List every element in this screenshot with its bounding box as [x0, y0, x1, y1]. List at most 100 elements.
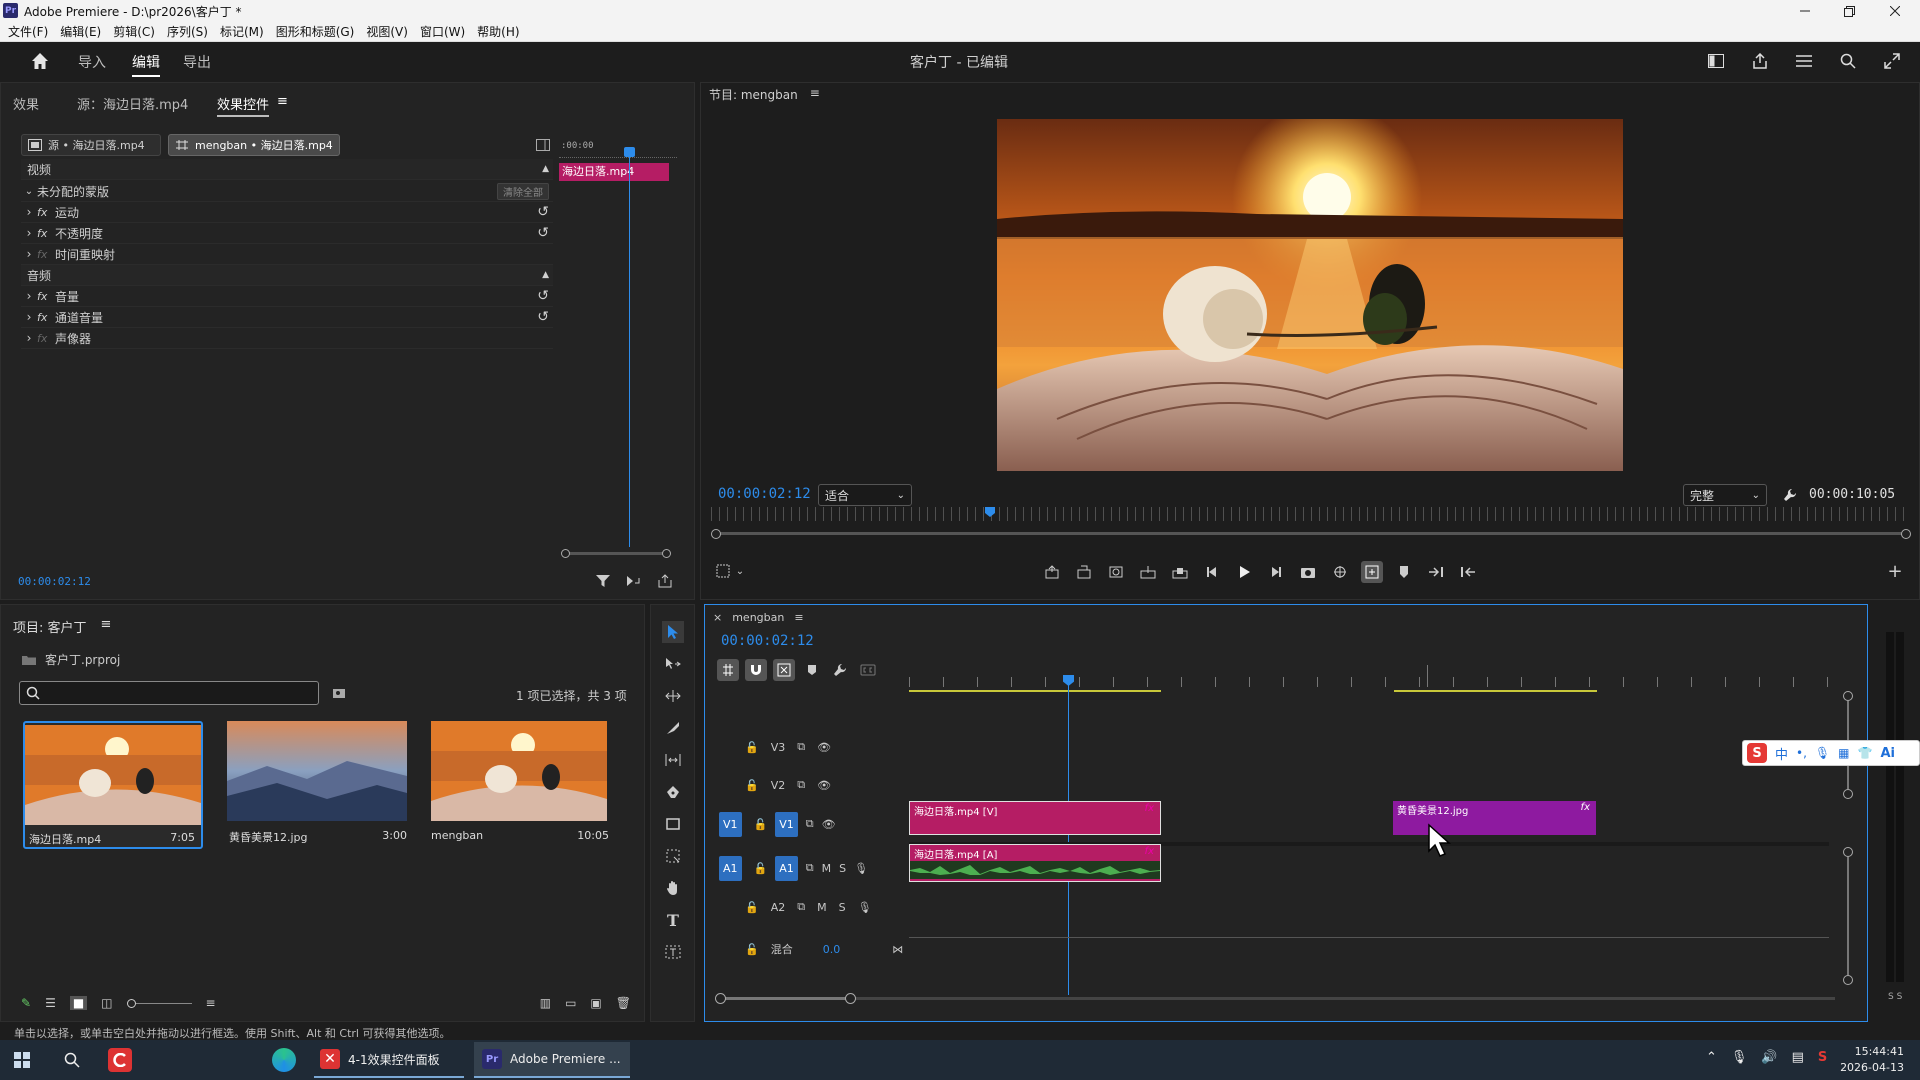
toggle-timeline-view-button[interactable]: [535, 137, 551, 153]
sync-lock-icon[interactable]: ⧉: [797, 778, 805, 792]
type-tool[interactable]: T: [662, 909, 684, 931]
fullscreen-button[interactable]: [1882, 51, 1902, 71]
solo-button[interactable]: S: [839, 901, 846, 914]
sequence-clip-chip[interactable]: mengban • 海边日落.mp4: [168, 134, 340, 156]
effect-row-volume[interactable]: › fx 音量 ↺: [21, 286, 553, 307]
sort-icon[interactable]: ≡: [206, 996, 216, 1010]
lock-icon[interactable]: 🔓: [754, 862, 768, 875]
export-frame-button[interactable]: [1297, 562, 1319, 582]
effect-row-channel-volume[interactable]: › fx 通道音量 ↺: [21, 307, 553, 328]
home-button[interactable]: [30, 51, 50, 71]
taskbar-app-premiere[interactable]: Pr Adobe Premiere ...: [474, 1042, 630, 1078]
volume-icon[interactable]: 🔊: [1761, 1050, 1777, 1065]
zoom-bar-thumb[interactable]: [721, 997, 851, 1000]
safe-margins-button[interactable]: [715, 563, 731, 579]
taskbar-search-button[interactable]: [60, 1048, 84, 1072]
zoom-handle-right[interactable]: [845, 993, 856, 1004]
source-patch-v1[interactable]: V1: [719, 811, 742, 837]
tab-source[interactable]: 源：海边日落.mp4: [77, 94, 188, 113]
mini-playhead[interactable]: [629, 149, 630, 547]
source-clip-chip[interactable]: 源 • 海边日落.mp4: [21, 134, 161, 156]
tab-effects[interactable]: 效果: [13, 94, 39, 113]
rectangle-tool[interactable]: [662, 813, 684, 835]
minimize-button[interactable]: [1790, 0, 1820, 22]
add-marker-button[interactable]: [801, 659, 823, 681]
expand-chevron-icon[interactable]: ›: [21, 205, 37, 219]
reset-icon[interactable]: ↺: [537, 309, 549, 325]
quick-menu-button[interactable]: [1794, 51, 1814, 71]
expand-chevron-icon[interactable]: ›: [21, 226, 37, 240]
menu-help[interactable]: 帮助(H): [477, 23, 519, 40]
ime-ai-button[interactable]: Ai: [1880, 746, 1895, 761]
sync-lock-icon[interactable]: ⧉: [797, 900, 805, 914]
timeline-settings-button[interactable]: [829, 659, 851, 681]
maximize-button[interactable]: [1834, 0, 1864, 22]
panel-menu-icon[interactable]: ≡: [794, 611, 803, 624]
lift-button[interactable]: [1041, 562, 1063, 582]
pencil-icon[interactable]: ✎: [21, 996, 31, 1010]
fx-icon[interactable]: fx: [37, 290, 55, 303]
extract-button[interactable]: [1073, 562, 1095, 582]
razor-tool[interactable]: [662, 717, 684, 739]
collapse-up-icon[interactable]: ▲: [542, 164, 549, 174]
source-patch-a1[interactable]: A1: [719, 855, 742, 881]
eye-icon[interactable]: 👁: [817, 741, 831, 754]
menu-graphics[interactable]: 图形和标题(G): [276, 23, 355, 40]
mute-button[interactable]: M: [822, 862, 832, 875]
work-area-bar[interactable]: [909, 690, 1161, 692]
expand-chevron-icon[interactable]: ›: [21, 310, 37, 324]
timeline-tab[interactable]: × mengban ≡: [713, 611, 804, 624]
freeform-view-icon[interactable]: ◫: [101, 996, 112, 1010]
scroll-handle-top[interactable]: [1843, 691, 1853, 701]
lock-icon[interactable]: 🔓: [745, 943, 759, 956]
zoom-handle-right[interactable]: [662, 549, 671, 558]
taskbar-edge[interactable]: [272, 1048, 296, 1072]
track-select-tool[interactable]: [662, 653, 684, 675]
effect-controls-timecode[interactable]: 00:00:02:12: [18, 575, 91, 588]
nest-toggle-button[interactable]: [717, 659, 739, 681]
eye-icon[interactable]: 👁: [817, 779, 831, 792]
search-help-button[interactable]: [1838, 51, 1858, 71]
mark-out-button[interactable]: [1457, 562, 1479, 582]
effect-row-panner[interactable]: › fx 声像器: [21, 328, 553, 349]
close-button[interactable]: [1880, 0, 1910, 22]
panel-menu-icon[interactable]: ≡: [810, 86, 820, 103]
timeline-ruler[interactable]: [909, 665, 1829, 695]
menu-edit[interactable]: 编辑(E): [60, 23, 101, 40]
zoom-slider[interactable]: [126, 998, 192, 1008]
menu-window[interactable]: 窗口(W): [420, 23, 465, 40]
linked-selection-button[interactable]: [773, 659, 795, 681]
hand-tool[interactable]: [662, 877, 684, 899]
step-back-button[interactable]: [1201, 562, 1223, 582]
program-ruler[interactable]: [711, 507, 1911, 521]
frame-tool[interactable]: [662, 845, 684, 867]
clip-v1-sunset[interactable]: 海边日落.mp4 [V] fx: [909, 801, 1161, 835]
clip-v1-dusk-image[interactable]: 黄昏美景12.jpg fx: [1393, 801, 1596, 835]
lock-icon[interactable]: 🔓: [745, 901, 759, 914]
workspaces-button[interactable]: [1706, 51, 1726, 71]
menu-file[interactable]: 文件(F): [8, 23, 48, 40]
eye-icon[interactable]: 👁: [822, 818, 836, 831]
program-zoom-bar[interactable]: [711, 529, 1911, 539]
zoom-handle-left[interactable]: [715, 993, 726, 1004]
automate-sequence-icon[interactable]: ▥: [540, 996, 551, 1010]
add-marker-button[interactable]: [1393, 562, 1415, 582]
export-frame-button[interactable]: [657, 573, 673, 589]
zoom-slider-knob[interactable]: [126, 998, 136, 1008]
panel-menu-icon[interactable]: ≡: [277, 94, 288, 117]
project-item[interactable]: 黄昏美景12.jpg 3:00: [227, 721, 407, 849]
meter-solo-labels[interactable]: S S: [1888, 992, 1902, 1002]
mini-timeline[interactable]: :00:00 海边日落.mp4: [559, 135, 677, 547]
trash-icon[interactable]: 🗑: [616, 996, 631, 1010]
scroll-handle-top[interactable]: [1843, 847, 1853, 857]
microphone-icon[interactable]: 🎙: [1731, 1050, 1748, 1065]
filter-button[interactable]: [595, 573, 611, 589]
reset-icon[interactable]: ↺: [537, 204, 549, 220]
program-video-frame[interactable]: [997, 119, 1623, 471]
start-button[interactable]: [10, 1048, 34, 1072]
new-bin-icon[interactable]: ▭: [565, 996, 576, 1010]
track-label[interactable]: V1: [775, 811, 798, 837]
lock-icon[interactable]: 🔓: [754, 818, 768, 831]
clip-a1-sunset-audio[interactable]: 海边日落.mp4 [A] fx: [909, 844, 1161, 882]
ripple-edit-tool[interactable]: [662, 685, 684, 707]
